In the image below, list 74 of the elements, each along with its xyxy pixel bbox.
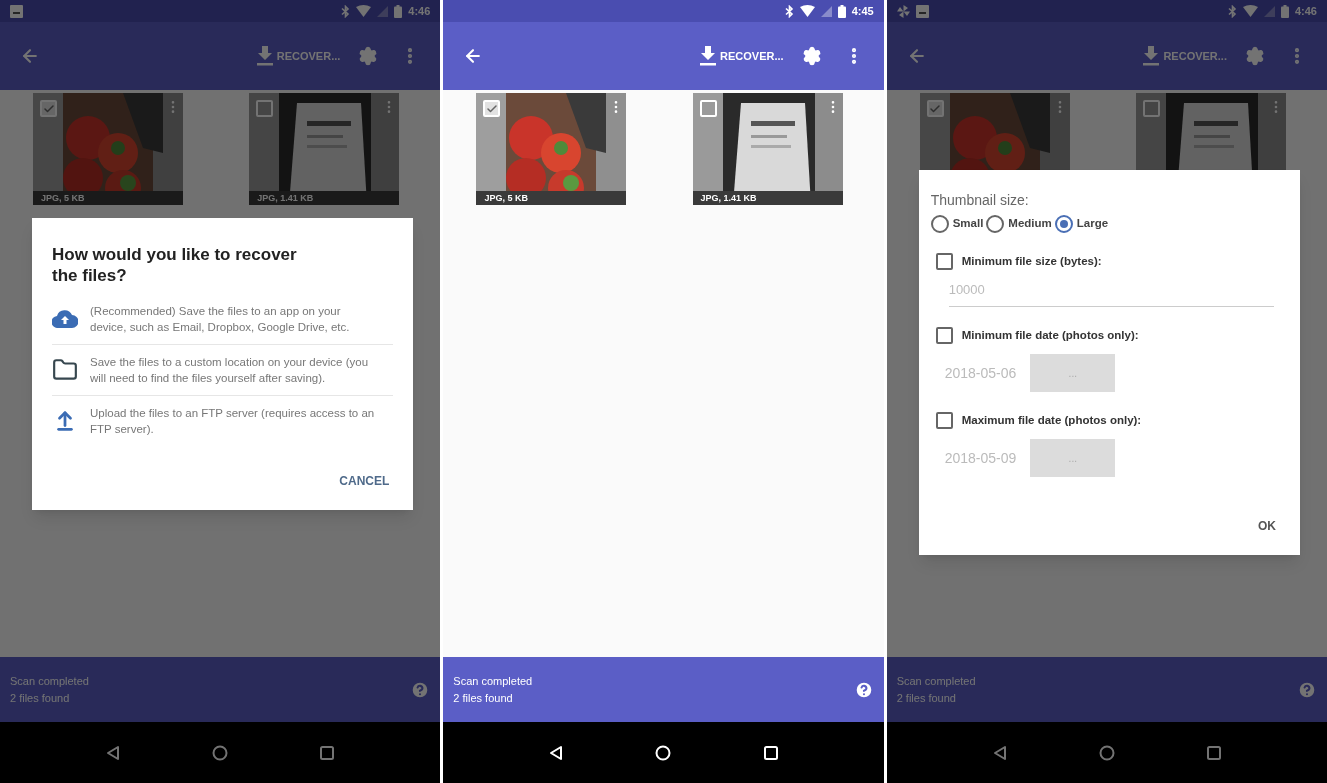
bluetooth-icon (341, 4, 351, 18)
option-text: (Recommended) Save the files to an app on your device, such as Email, Dropbox, Google Drive, etc. (90, 304, 351, 335)
download-icon (256, 46, 273, 66)
checkbox[interactable] (935, 326, 953, 344)
size-radio[interactable]: Large (1054, 215, 1109, 233)
download-icon (1143, 46, 1160, 66)
recover-option[interactable]: (Recommended) Save the files to an app on your device, such as Email, Dropbox, Google Drive, etc. (52, 294, 394, 344)
scan-status-text: 2 files found (10, 690, 71, 706)
scan-status-text: Scan completed (896, 673, 976, 689)
clock: 4:46 (1294, 3, 1317, 19)
scan-status-text: 2 files found (453, 690, 514, 706)
wifi-icon (1242, 5, 1258, 17)
settings-icon[interactable] (801, 46, 822, 66)
download-icon (700, 46, 717, 66)
recents-nav-icon[interactable] (763, 745, 778, 760)
checkbox[interactable] (935, 412, 953, 430)
clock: 4:46 (408, 3, 431, 19)
battery-icon (1280, 4, 1289, 18)
image-notification-icon (915, 4, 929, 18)
filter-label: Minimum file date (photos only): (961, 327, 1139, 343)
size-radio[interactable]: Medium (986, 215, 1052, 233)
bluetooth-icon (784, 4, 794, 18)
scan-status-text: Scan completed (10, 673, 89, 689)
check-icon (42, 102, 55, 115)
folder-icon (52, 357, 78, 383)
battery-icon (837, 4, 846, 18)
cancel-button[interactable]: CANCEL (335, 472, 394, 490)
file-info: JPG, 1.41 KB (700, 193, 757, 203)
scan-status-text: 2 files found (896, 690, 957, 706)
filter-label: Maximum file date (photos only): (961, 413, 1142, 428)
file-info: JPG, 5 KB (41, 193, 85, 203)
scan-status-text: Scan completed (453, 673, 533, 689)
recover-option[interactable]: Upload the files to an FTP server (requires access to an FTP server). (52, 395, 394, 446)
filter-label: Minimum file size (bytes): (961, 254, 1102, 269)
date-value: 2018-05-06 (944, 363, 1017, 383)
select-checkbox[interactable] (483, 100, 501, 117)
dialog-title: How would you like to recover the files? (52, 244, 298, 286)
check-icon (929, 102, 942, 115)
recover-button[interactable]: RECOVER... (700, 46, 784, 66)
recover-button[interactable]: RECOVER... (256, 46, 341, 66)
recover-option[interactable]: Save the files to a custom location on your device (you will need to find the files yourself after saving). (52, 344, 394, 395)
settings-icon[interactable] (358, 46, 379, 66)
checkbox[interactable] (935, 253, 953, 271)
option-text: Upload the files to an FTP server (requires access to an FTP server). (90, 406, 375, 437)
battery-icon (394, 4, 403, 18)
bluetooth-icon (1227, 4, 1237, 18)
upload-icon (54, 410, 76, 432)
select-checkbox[interactable] (256, 100, 274, 117)
file-info: JPG, 5 KB (484, 193, 528, 203)
wifi-icon (799, 5, 815, 17)
size-radio[interactable]: Small (930, 215, 984, 233)
back-nav-icon[interactable] (549, 744, 564, 761)
cloud-upload-icon (52, 310, 78, 328)
recover-button[interactable]: RECOVER... (1143, 46, 1227, 66)
select-checkbox[interactable] (40, 100, 58, 117)
ok-button[interactable]: OK (1258, 517, 1276, 536)
help-icon[interactable] (410, 679, 431, 700)
help-icon[interactable] (853, 679, 874, 700)
clock: 4:45 (851, 3, 874, 19)
help-icon[interactable] (1297, 679, 1317, 700)
home-nav-icon[interactable] (655, 744, 672, 761)
option-text: Save the files to a custom location on your device (you will need to find the files yourself after saving). (90, 355, 370, 386)
pinwheel-notification-icon (896, 4, 910, 18)
file-info: JPG, 1.41 KB (257, 193, 314, 203)
signal-icon (820, 5, 832, 17)
thumbnail-size-heading: Thumbnail size: (930, 191, 1030, 210)
back-icon[interactable] (20, 46, 40, 66)
image-notification-icon (10, 4, 23, 18)
check-icon (485, 102, 498, 115)
select-checkbox[interactable] (1142, 100, 1160, 117)
settings-icon[interactable] (1245, 46, 1265, 66)
wifi-icon (356, 5, 372, 17)
select-checkbox[interactable] (699, 100, 717, 117)
date-value: 2018-05-09 (944, 448, 1017, 468)
